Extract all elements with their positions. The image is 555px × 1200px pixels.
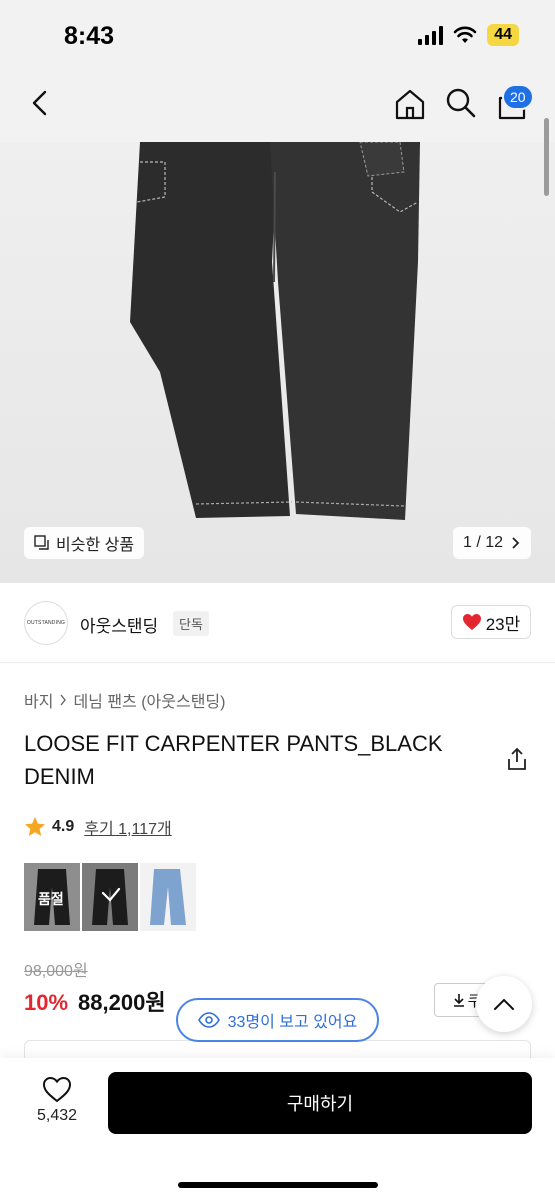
signal-icon [418, 25, 444, 45]
status-time: 8:43 [64, 22, 115, 50]
jeans-product-image [130, 142, 420, 520]
page-indicator-text: 1 / 12 [462, 534, 503, 551]
brand-like-count: 23만 [485, 614, 521, 634]
discount-rate: 10% [24, 990, 69, 1015]
star-icon [25, 817, 45, 836]
chevron-up-icon [494, 998, 514, 1010]
status-icons: 44 [418, 24, 519, 46]
product-title: LOOSE FIT CARPENTER PANTS_BLACK DENIM [24, 731, 443, 789]
favorite-count: 5,432 [36, 1107, 78, 1124]
rating-row: 4.9 후기 1,117개 [24, 815, 172, 839]
product-image-carousel[interactable] [0, 142, 555, 583]
heart-icon [462, 614, 481, 630]
chevron-right-icon [512, 537, 520, 549]
favorite-button[interactable]: 5,432 [30, 1076, 84, 1125]
cart-count-badge: 20 [502, 84, 534, 110]
breadcrumb-category[interactable]: 바지 [24, 688, 53, 712]
scroll-top-button[interactable] [476, 976, 532, 1032]
wifi-icon [453, 26, 477, 43]
scrollbar[interactable] [544, 118, 549, 196]
benefit-card [24, 1040, 531, 1060]
rating-score: 4.9 [52, 818, 75, 835]
battery-icon: 44 [487, 24, 519, 46]
exclusive-tag: 단독 [173, 611, 209, 636]
top-nav [0, 68, 555, 142]
original-price: 98,000원 [24, 963, 88, 980]
similar-products-label: 비슷한 상품 [56, 537, 135, 554]
home-icon[interactable] [392, 86, 428, 122]
variant-black-soldout[interactable]: 품절 [24, 863, 80, 931]
heart-outline-icon [42, 1076, 72, 1103]
buy-button[interactable]: 구매하기 [108, 1072, 532, 1134]
brand-like-button[interactable]: 23만 [451, 605, 531, 639]
variant-black-selected[interactable] [82, 863, 138, 931]
back-icon[interactable] [24, 86, 58, 120]
viewers-toast: 33명이 보고 있어요 [176, 998, 379, 1042]
color-variants: 품절 [24, 863, 196, 931]
share-icon[interactable] [506, 747, 528, 771]
eye-icon [197, 1012, 220, 1028]
search-icon[interactable] [444, 86, 478, 120]
breadcrumb-subcategory[interactable]: 데님 팬츠 (아웃스탠딩) [73, 688, 225, 712]
variant-thumbnail [92, 869, 128, 925]
brand-name[interactable]: 아웃스탠딩 [80, 612, 158, 637]
home-indicator [178, 1182, 378, 1188]
similar-products-button[interactable]: 비슷한 상품 [24, 527, 145, 559]
similar-icon [34, 535, 49, 550]
brand-logo[interactable]: OUTSTANDING [24, 601, 68, 645]
variant-blue[interactable] [140, 863, 196, 931]
viewers-text: 33명이 보고 있어요 [227, 1014, 358, 1031]
reviews-link[interactable]: 후기 1,117개 [84, 815, 171, 839]
soldout-label: 품절 [38, 891, 64, 907]
download-icon [453, 994, 464, 1007]
chevron-right-icon [60, 694, 67, 706]
status-bar: 8:43 44 [0, 0, 555, 68]
brand-row[interactable]: OUTSTANDING 아웃스탠딩 단독 23만 [0, 583, 555, 663]
price-row: 10% 88,200원 [24, 985, 166, 1017]
breadcrumb: 바지 데님 팬츠 (아웃스탠딩) [24, 688, 225, 712]
variant-thumbnail [150, 869, 186, 925]
sale-price: 88,200원 [78, 990, 166, 1015]
image-page-indicator[interactable]: 1 / 12 [452, 527, 531, 559]
bottom-action-bar: 5,432 구매하기 [0, 1058, 555, 1200]
